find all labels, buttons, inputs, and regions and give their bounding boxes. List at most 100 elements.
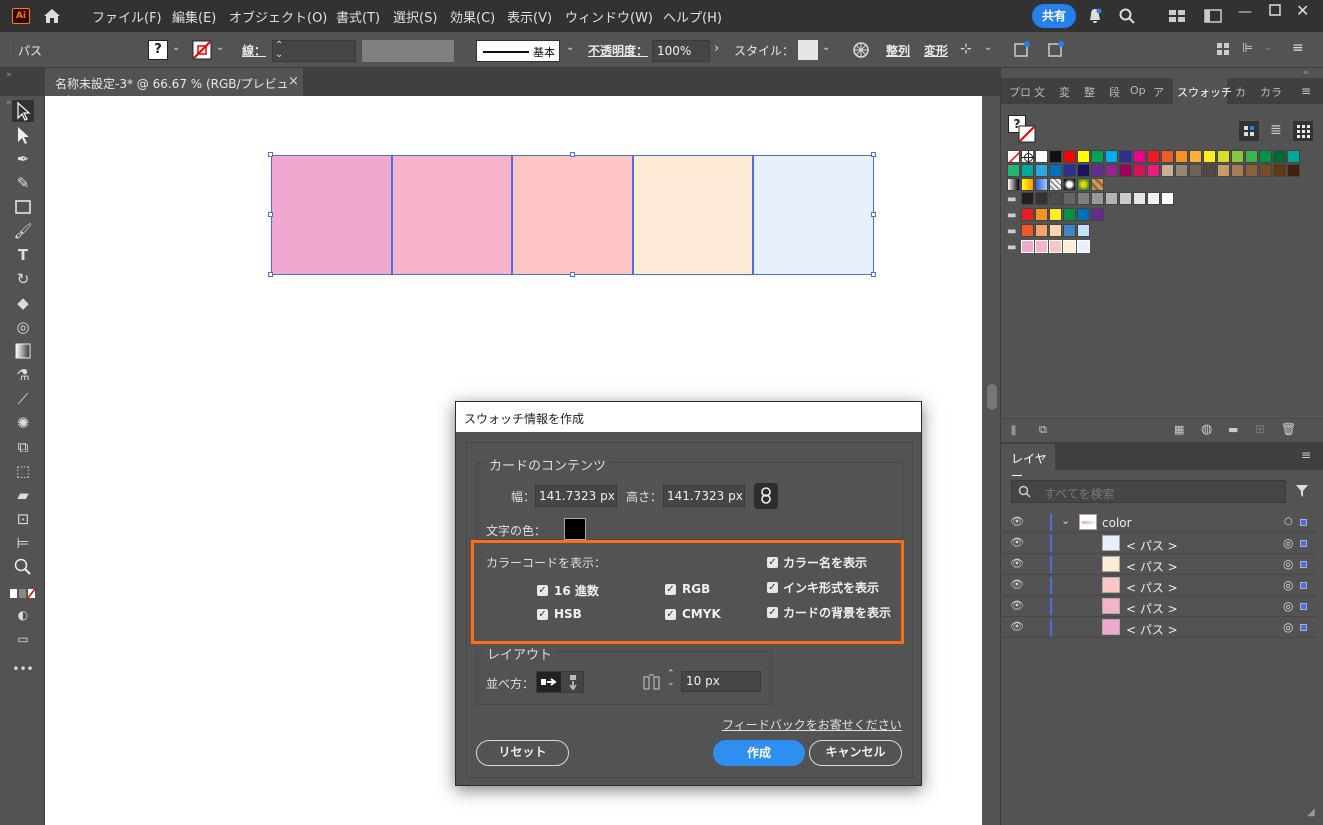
panel-menu-icon[interactable]: ≡ <box>1301 84 1311 98</box>
swatch-color[interactable] <box>1077 208 1090 221</box>
tab-properties[interactable]: プロ <box>1009 84 1031 100</box>
swatch-rect-1[interactable] <box>271 155 392 275</box>
lasso-tool-icon[interactable]: ◎ <box>12 316 34 338</box>
thumbnail-view-icon[interactable] <box>1292 120 1314 142</box>
feedback-link[interactable]: フィードバックをお寄せください <box>722 716 902 733</box>
selection-indicator[interactable] <box>1300 540 1307 547</box>
menu-window[interactable]: ウィンドウ(W) <box>565 7 653 26</box>
chevron-down-icon[interactable]: ⌄ <box>984 42 992 53</box>
swatch-color[interactable] <box>1049 224 1062 237</box>
path-name[interactable]: < パス > <box>1126 558 1178 575</box>
stroke-none-icon[interactable] <box>1018 125 1036 143</box>
cmyk-checkbox[interactable]: ✓ CMYK <box>665 607 721 621</box>
swatch-rect-3[interactable] <box>512 155 633 275</box>
column-graph-tool-icon[interactable]: ▰ <box>12 484 34 506</box>
symbol-sprayer-tool-icon[interactable]: ✺ <box>12 412 34 434</box>
grid-icon[interactable] <box>1216 42 1230 56</box>
visibility-eye-icon[interactable]: 👁 <box>1010 536 1024 549</box>
swatch-pattern[interactable] <box>1049 178 1062 191</box>
share-button[interactable]: 共有 <box>1032 4 1076 28</box>
transform-button[interactable]: 変形 <box>924 42 948 59</box>
text-color-swatch[interactable] <box>564 518 586 540</box>
reset-button[interactable]: リセット <box>476 740 569 766</box>
swatch-color[interactable] <box>1287 150 1300 163</box>
height-input[interactable]: 141.7323 px <box>663 485 745 507</box>
tab-color-guide[interactable]: カ <box>1235 84 1246 100</box>
panel-menu-icon[interactable]: ≡ <box>1301 448 1311 462</box>
swatch-color[interactable] <box>1175 150 1188 163</box>
swatch-new-color[interactable] <box>1035 240 1048 253</box>
maximize-icon[interactable] <box>1268 3 1282 17</box>
bell-icon[interactable] <box>1086 7 1104 25</box>
list-view-icon[interactable]: ≣ <box>1270 122 1282 138</box>
show-swatch-kind-icon[interactable]: ▦ <box>1174 423 1184 436</box>
menu-select[interactable]: 選択(S) <box>393 7 437 26</box>
cancel-button[interactable]: キャンセル <box>809 740 902 766</box>
swatch-color[interactable] <box>1203 164 1216 177</box>
swatch-color[interactable] <box>1217 164 1230 177</box>
swatch-color[interactable] <box>1007 164 1020 177</box>
close-window-icon[interactable]: ✕ <box>1296 1 1309 20</box>
swatch-color[interactable] <box>1049 208 1062 221</box>
swatch-options-icon[interactable]: ◍ <box>1201 422 1212 437</box>
brush-definition-select[interactable]: 基本 <box>476 40 560 62</box>
path-name[interactable]: < パス > <box>1126 537 1178 554</box>
menu-object[interactable]: オブジェクト(O) <box>229 7 327 26</box>
zoom-tool-icon[interactable] <box>12 556 34 578</box>
swatch-color[interactable] <box>1175 164 1188 177</box>
plugin-2-icon[interactable] <box>1046 39 1066 59</box>
fill-swatch-unknown-icon[interactable]: ? <box>148 40 168 60</box>
swatch-color[interactable] <box>1203 150 1216 163</box>
swatch-color[interactable] <box>1035 164 1048 177</box>
opacity-input[interactable]: 100% <box>652 40 710 62</box>
menu-type[interactable]: 書式(T) <box>336 7 380 26</box>
swatch-color[interactable] <box>1077 224 1090 237</box>
chevron-down-icon[interactable]: ⌄ <box>822 42 830 53</box>
more-tools-icon[interactable]: ••• <box>12 658 34 680</box>
selection-handle[interactable] <box>570 272 575 277</box>
collapse-icon[interactable]: « <box>1303 68 1309 78</box>
spacing-input[interactable]: 10 px <box>681 671 761 692</box>
eraser-tool-icon[interactable]: ◆ <box>12 292 34 314</box>
swatch-gray[interactable] <box>1021 192 1034 205</box>
create-button[interactable]: 作成 <box>713 740 805 766</box>
swatch-color[interactable] <box>1147 164 1160 177</box>
tab-paragraph[interactable]: 段 <box>1109 84 1120 100</box>
menu-help[interactable]: ヘルプ(H) <box>663 7 722 26</box>
swatch-gray[interactable] <box>1063 192 1076 205</box>
tab-opentype[interactable]: Op <box>1130 84 1146 97</box>
hsb-checkbox[interactable]: ✓ HSB <box>537 607 582 621</box>
swatch-color[interactable] <box>1231 150 1244 163</box>
show-swatch-kinds-icon[interactable] <box>1238 120 1260 142</box>
swatch-color[interactable] <box>1217 150 1230 163</box>
tab-transform[interactable]: 変 <box>1059 84 1070 100</box>
tab-character[interactable]: 文 <box>1034 84 1045 100</box>
variable-width-profile[interactable] <box>362 40 454 62</box>
swatch-pattern[interactable] <box>1077 178 1090 191</box>
swatch-rect-2[interactable] <box>392 155 512 275</box>
distribute-icon[interactable]: ⊫ <box>1242 41 1253 56</box>
trash-icon[interactable]: 🗑 <box>1281 422 1296 436</box>
layers-search-input[interactable]: すべてを検索 <box>1011 480 1286 503</box>
target-icon[interactable]: ◎ <box>1283 536 1293 550</box>
visibility-eye-icon[interactable]: 👁 <box>1010 620 1024 633</box>
selection-indicator[interactable] <box>1300 603 1307 610</box>
swatch-color[interactable] <box>1259 164 1272 177</box>
target-icon[interactable]: ○ <box>1284 516 1293 527</box>
chevron-down-icon[interactable]: ⌄ <box>1264 42 1272 53</box>
visibility-eye-icon[interactable]: 👁 <box>1010 578 1024 591</box>
paintbrush-tool-icon[interactable]: 🖌 <box>12 220 34 242</box>
target-icon[interactable]: ◎ <box>1283 620 1293 634</box>
swatch-color[interactable] <box>1147 150 1160 163</box>
selection-handle[interactable] <box>570 152 575 157</box>
fill-stroke-icon[interactable] <box>10 588 36 600</box>
swatch-grid[interactable]: ▬ ▬ ▬ ▬ <box>1007 150 1307 260</box>
minimize-icon[interactable]: — <box>1238 4 1252 20</box>
close-tab-icon[interactable]: × <box>288 74 299 89</box>
collapse-icon[interactable]: » <box>6 70 12 80</box>
selection-handle[interactable] <box>268 212 273 217</box>
blend-tool-icon[interactable]: ⚗ <box>12 364 34 386</box>
swatch-gray[interactable] <box>1049 192 1062 205</box>
tab-appearance[interactable]: ア <box>1153 84 1164 100</box>
target-icon[interactable]: ◎ <box>1283 557 1293 571</box>
